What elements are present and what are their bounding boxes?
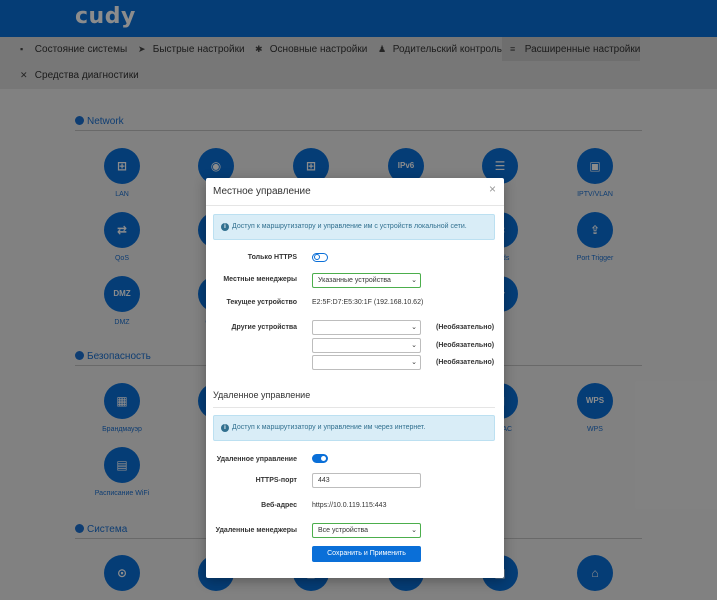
toggle-knob <box>314 254 320 260</box>
modal-title: Местное управление <box>213 186 311 197</box>
chevron-down-icon: ⌄ <box>411 342 417 349</box>
https-port-input[interactable]: 443 <box>312 473 421 488</box>
local-info-alert: i Доступ к маршрутизатору и управление им… <box>213 214 495 240</box>
local-managers-label: Местные менеджеры <box>223 276 297 283</box>
other-devices-label: Другие устройства <box>231 324 297 331</box>
divider <box>213 407 495 408</box>
close-icon[interactable]: × <box>489 182 496 196</box>
remote-management-toggle[interactable] <box>312 454 328 463</box>
remote-managers-select[interactable]: Все устройства ⌄ <box>312 523 421 538</box>
info-icon: i <box>221 424 229 432</box>
optional-note: (Необязательно) <box>436 359 495 366</box>
other-device-select-3[interactable]: ⌄ <box>312 355 421 370</box>
optional-note: (Необязательно) <box>436 324 495 331</box>
https-only-toggle[interactable] <box>312 253 328 262</box>
other-device-select-1[interactable]: ⌄ <box>312 320 421 335</box>
chevron-down-icon: ⌄ <box>411 277 417 284</box>
remote-managers-label: Удаленные менеджеры <box>215 527 297 534</box>
toggle-knob <box>321 456 326 461</box>
save-apply-button[interactable]: Сохранить и Применить <box>312 546 421 562</box>
local-management-modal: Местное управление × i Доступ к маршрутиз… <box>206 178 504 578</box>
remote-management-label: Удаленное управление <box>216 456 297 463</box>
optional-note: (Необязательно) <box>436 342 495 349</box>
current-device-label: Текущее устройство <box>226 299 297 306</box>
other-device-select-2[interactable]: ⌄ <box>312 338 421 353</box>
chevron-down-icon: ⌄ <box>411 359 417 366</box>
web-address-value: https://10.0.119.115:443 <box>312 502 387 509</box>
local-managers-select[interactable]: Указанные устройства ⌄ <box>312 273 421 288</box>
chevron-down-icon: ⌄ <box>411 527 417 534</box>
chevron-down-icon: ⌄ <box>411 324 417 331</box>
divider <box>206 205 504 206</box>
web-address-label: Веб-адрес <box>261 502 297 509</box>
current-device-value: E2:5F:D7:E5:30:1F (192.168.10.62) <box>312 299 424 306</box>
remote-management-title: Удаленное управление <box>213 390 311 400</box>
remote-info-alert: i Доступ к маршрутизатору и управление им… <box>213 415 495 441</box>
https-port-label: HTTPS-порт <box>255 477 297 484</box>
info-icon: i <box>221 223 229 231</box>
https-only-label: Только HTTPS <box>247 254 297 261</box>
